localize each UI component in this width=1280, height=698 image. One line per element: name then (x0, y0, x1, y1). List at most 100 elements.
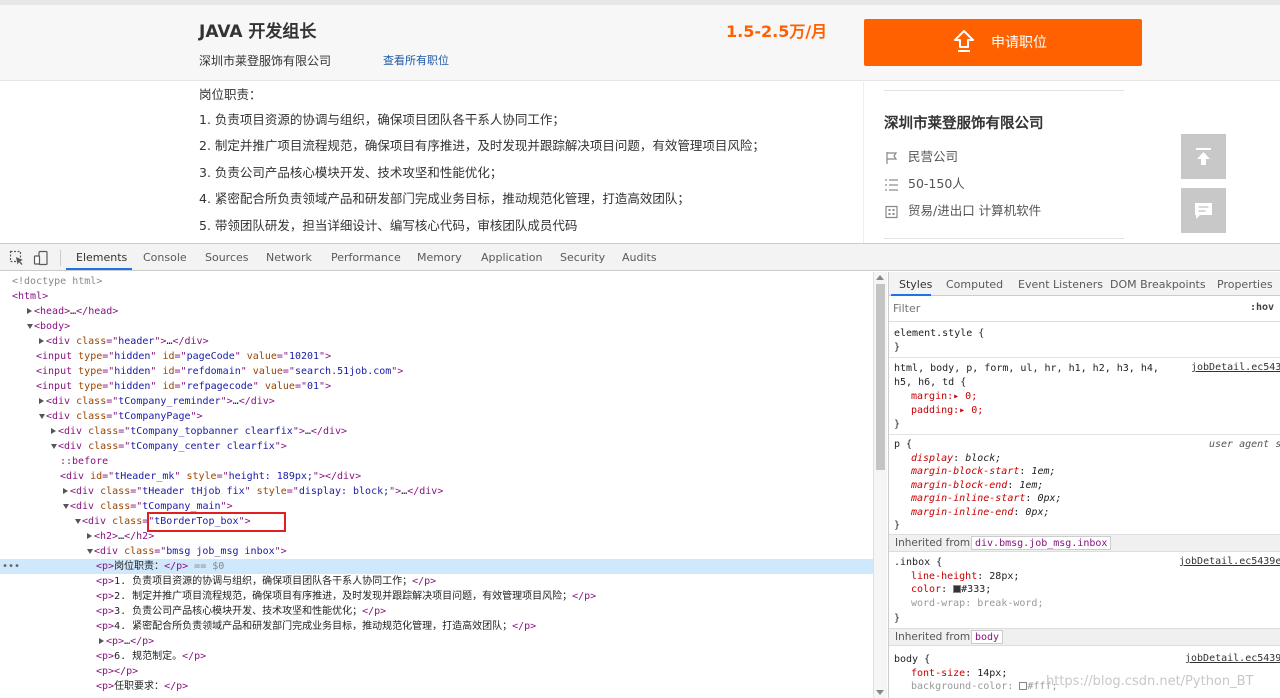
back-to-top-button[interactable] (1181, 134, 1226, 179)
dom-node[interactable]: <div class="tBorderTop_box"> (0, 514, 873, 529)
dom-node[interactable]: <p>2. 制定并推广项目流程规范，确保项目有序推进，及时发现并跟踪解决项目问题… (0, 589, 873, 604)
css-property[interactable]: background-color: #fff; (911, 680, 1057, 693)
tab-console[interactable]: Console (143, 251, 187, 264)
dom-node[interactable]: <div class="header">…</div> (0, 334, 873, 349)
rule-selector[interactable]: h5, h6, td { (894, 376, 966, 389)
rule-selector[interactable]: body { (894, 653, 930, 666)
hover-state-toggle[interactable]: :hov (1250, 302, 1274, 313)
expand-arrow-icon[interactable] (39, 398, 44, 404)
rule-source-link[interactable]: jobDetail.ec5439 (1185, 653, 1280, 664)
dom-node[interactable]: <div class="tCompany_reminder">…</div> (0, 394, 873, 409)
styles-filter-input[interactable] (893, 300, 1231, 317)
dom-node[interactable]: <div class="tCompany_main"> (0, 499, 873, 514)
css-property[interactable]: line-height: 28px; (911, 570, 1019, 583)
dom-node[interactable]: <html> (0, 289, 873, 304)
tab-security[interactable]: Security (560, 251, 605, 264)
rule-selector[interactable]: html, body, p, form, ul, hr, h1, h2, h3,… (894, 362, 1159, 375)
dom-node[interactable]: <div class="tHeader tHjob fix" style="di… (0, 484, 873, 499)
dom-node[interactable]: <div class="bmsg job_msg inbox"> (0, 544, 873, 559)
tab-properties[interactable]: Properties (1217, 278, 1273, 291)
collapse-arrow-icon[interactable] (27, 324, 33, 329)
dom-node[interactable]: <h2>…</h2> (0, 529, 873, 544)
expand-arrow-icon[interactable] (99, 638, 104, 644)
inherited-header: Inherited from div.bmsg.job_msg.inbox (889, 534, 1280, 552)
dom-node[interactable]: <div id="tHeader_mk" style="height: 189p… (0, 469, 873, 484)
company-name[interactable]: 深圳市莱登服饰有限公司 (199, 52, 331, 69)
dom-node[interactable]: ::before (0, 454, 873, 469)
dom-node[interactable]: <div class="tCompany_topbanner clearfix"… (0, 424, 873, 439)
collapse-arrow-icon[interactable] (63, 504, 69, 509)
tab-audits[interactable]: Audits (622, 251, 657, 264)
css-property[interactable]: margin-block-start: 1em; (911, 465, 1056, 478)
tab-application[interactable]: Application (481, 251, 542, 264)
css-property[interactable]: color: #333; (911, 583, 991, 596)
css-property[interactable]: padding:▸ 0; (911, 404, 983, 417)
duty-item: 4. 紧密配合所负责领域产品和研发部门完成业务目标，推动规范化管理，打造高效团队… (199, 191, 690, 206)
css-property[interactable]: font-size: 14px; (911, 667, 1007, 680)
scroll-down-icon[interactable] (876, 690, 884, 695)
tab-computed[interactable]: Computed (946, 278, 1003, 291)
rule-source-link[interactable]: jobDetail.ec543 (1191, 362, 1280, 373)
css-property[interactable]: display: block; (911, 452, 1001, 465)
tab-performance[interactable]: Performance (331, 251, 401, 264)
expand-arrow-icon[interactable] (51, 428, 56, 434)
css-property[interactable]: margin:▸ 0; (911, 390, 977, 403)
dom-node[interactable]: <input type="hidden" id="refdomain" valu… (0, 364, 873, 379)
dom-node[interactable]: <p></p> (0, 664, 873, 679)
rule-source-link[interactable]: jobDetail.ec5439e (1179, 556, 1280, 567)
company-box-name[interactable]: 深圳市莱登服饰有限公司 (884, 112, 1044, 133)
scroll-up-icon[interactable] (876, 275, 884, 280)
dom-node[interactable]: <input type="hidden" id="refpagecode" va… (0, 379, 873, 394)
tab-dom-breakpoints[interactable]: DOM Breakpoints (1110, 278, 1206, 291)
dom-node-selected[interactable]: ••• <p>岗位职责：</p> == $0 (0, 559, 873, 574)
dom-node[interactable]: <head>…</head> (0, 304, 873, 319)
expand-arrow-icon[interactable] (63, 488, 68, 494)
dom-node[interactable]: <p>3. 负责公司产品核心模块开发、技术攻坚和性能优化；</p> (0, 604, 873, 619)
apply-button[interactable]: 申请职位 (864, 19, 1142, 66)
tab-elements[interactable]: Elements (76, 251, 127, 264)
dom-node[interactable]: <p>4. 紧密配合所负责领域产品和研发部门完成业务目标，推动规范化管理，打造高… (0, 619, 873, 634)
device-toggle-icon[interactable] (33, 250, 49, 266)
css-property[interactable]: margin-block-end: 1em; (911, 479, 1043, 492)
collapse-arrow-icon[interactable] (75, 519, 81, 524)
dom-node[interactable]: <div class="tCompany_center clearfix"> (0, 439, 873, 454)
expand-arrow-icon[interactable] (39, 338, 44, 344)
inherited-element-chip[interactable]: div.bmsg.job_msg.inbox (971, 536, 1112, 550)
expand-arrow-icon[interactable] (27, 308, 32, 314)
dom-node-markup: <div class="tCompany_reminder">…</div> (46, 396, 275, 407)
css-property[interactable]: word-wrap: break-word; (911, 597, 1043, 610)
dom-node[interactable]: <p>6. 规范制定。</p> (0, 649, 873, 664)
dom-node-markup: <div class="tCompany_topbanner clearfix"… (58, 426, 348, 437)
css-property[interactable]: margin-inline-end: 0px; (911, 506, 1050, 519)
feedback-button[interactable] (1181, 188, 1226, 233)
node-more-icon[interactable]: ••• (2, 559, 20, 574)
expand-arrow-icon[interactable] (87, 533, 92, 539)
tab-memory[interactable]: Memory (417, 251, 462, 264)
dom-node[interactable]: <p>1. 负责项目资源的协调与组织，确保项目团队各干系人协同工作；</p> (0, 574, 873, 589)
scrollbar-thumb[interactable] (876, 284, 885, 470)
dom-node-markup: <input type="hidden" id="refdomain" valu… (36, 366, 404, 377)
element-style-selector[interactable]: element.style { (894, 327, 984, 340)
dom-node[interactable]: <p>任职要求：</p> (0, 679, 873, 694)
view-all-jobs-link[interactable]: 查看所有职位 (383, 52, 449, 68)
devtools-panel: Elements Console Sources Network Perform… (0, 243, 1280, 698)
dom-node-markup: <div class="header">…</div> (46, 336, 209, 347)
tab-network[interactable]: Network (266, 251, 312, 264)
collapse-arrow-icon[interactable] (39, 414, 45, 419)
inspect-element-icon[interactable] (9, 250, 25, 266)
tab-styles[interactable]: Styles (899, 278, 932, 291)
dom-node[interactable]: <p>…</p> (0, 634, 873, 649)
dom-node[interactable]: <div class="tCompanyPage"> (0, 409, 873, 424)
inherited-element-chip[interactable]: body (971, 630, 1004, 644)
rule-selector[interactable]: .inbox { (894, 556, 942, 569)
rule-selector[interactable]: p { (894, 438, 912, 451)
tab-sources[interactable]: Sources (205, 251, 249, 264)
collapse-arrow-icon[interactable] (51, 444, 57, 449)
dom-node[interactable]: <input type="hidden" id="pageCode" value… (0, 349, 873, 364)
collapse-arrow-icon[interactable] (87, 549, 93, 554)
dom-node[interactable]: <!doctype html> (0, 274, 873, 289)
css-property[interactable]: margin-inline-start: 0px; (911, 492, 1062, 505)
dom-node[interactable]: <body> (0, 319, 873, 334)
color-swatch[interactable] (953, 585, 962, 594)
tab-event-listeners[interactable]: Event Listeners (1018, 278, 1103, 291)
